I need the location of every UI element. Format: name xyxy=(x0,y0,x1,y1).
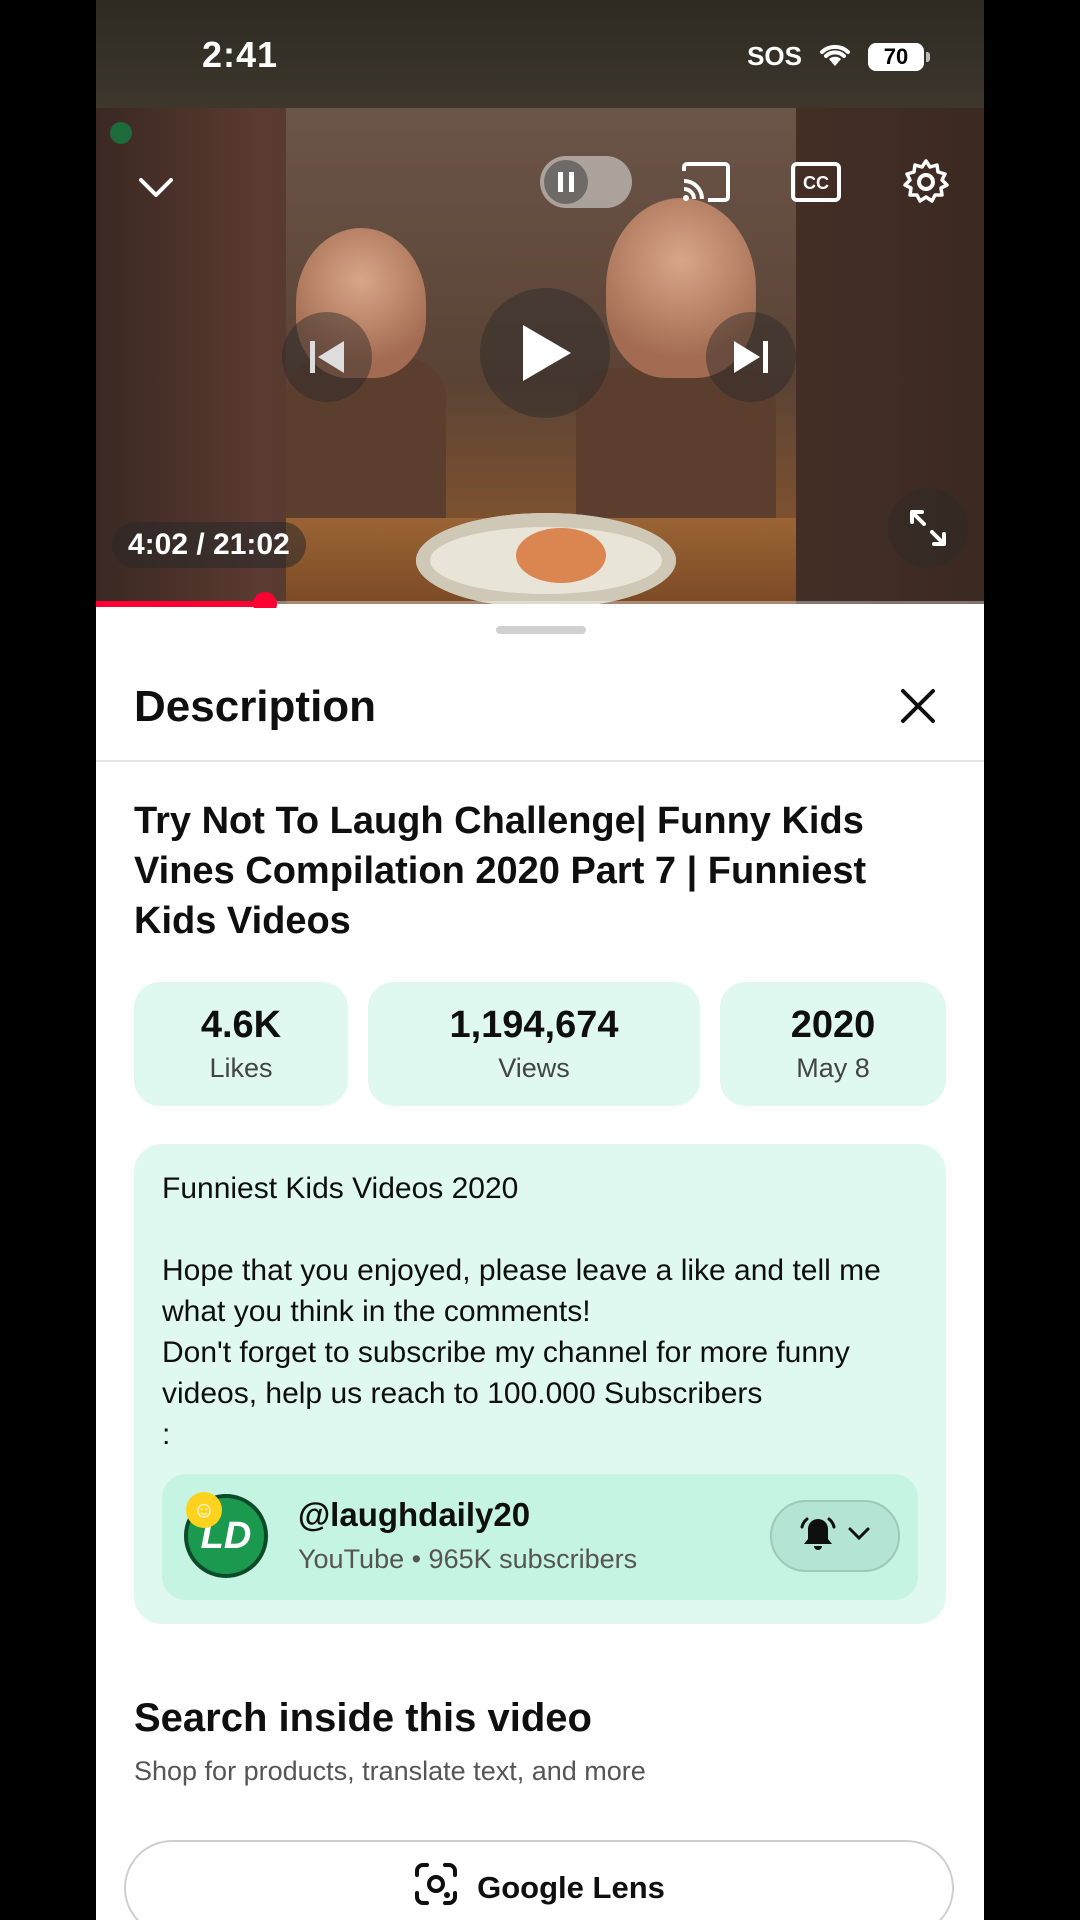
sheet-header: Description xyxy=(96,648,984,762)
playback-time: 4:02 / 21:02 xyxy=(112,522,306,568)
status-indicators: SOS 70 xyxy=(747,40,930,73)
video-player[interactable]: CC 4:02 / 21:02 xyxy=(96,108,984,604)
avatar[interactable]: LD ☺ xyxy=(184,1492,268,1578)
bell-icon xyxy=(799,1515,837,1558)
sheet-grabber[interactable] xyxy=(496,626,586,634)
stat-likes: 4.6K Likes xyxy=(134,982,348,1106)
channel-name[interactable]: @laughdaily20 xyxy=(298,1496,530,1534)
chevron-down-icon xyxy=(847,1526,871,1547)
lens-icon xyxy=(413,1861,459,1915)
description-sheet: Description Try Not To Laugh Challenge| … xyxy=(96,608,984,1920)
channel-subscribers: YouTube • 965K subscribers xyxy=(298,1544,638,1574)
lens-label: Google Lens xyxy=(477,1870,665,1905)
description-box[interactable]: Funniest Kids Videos 2020 Hope that you … xyxy=(134,1144,946,1624)
svg-text:CC: CC xyxy=(803,173,829,193)
gear-icon[interactable] xyxy=(894,150,958,214)
wifi-icon xyxy=(816,40,854,73)
stat-label: Views xyxy=(498,1053,570,1083)
fullscreen-icon[interactable] xyxy=(888,488,968,568)
status-bar: 2:41 SOS 70 xyxy=(96,0,984,108)
youtube-app: 2:41 SOS 70 CC 4:02 / 21:02 Description … xyxy=(96,0,984,1920)
channel-card[interactable]: LD ☺ @laughdaily20 YouTube • 965K subscr… xyxy=(162,1474,918,1600)
autoplay-toggle[interactable] xyxy=(540,156,632,208)
chevron-down-icon[interactable] xyxy=(126,158,186,218)
google-lens-button[interactable]: Google Lens xyxy=(124,1840,954,1920)
description-text: Funniest Kids Videos 2020 Hope that you … xyxy=(162,1172,881,1451)
sheet-title: Description xyxy=(134,682,377,731)
cc-icon[interactable]: CC xyxy=(786,152,846,212)
smiley-icon: ☺ xyxy=(186,1492,222,1528)
stat-views: 1,194,674 Views xyxy=(368,982,700,1106)
notification-bell-button[interactable] xyxy=(770,1500,900,1572)
previous-icon[interactable] xyxy=(282,312,372,402)
next-icon[interactable] xyxy=(706,312,796,402)
search-section-subtitle: Shop for products, translate text, and m… xyxy=(134,1756,646,1786)
sos-indicator: SOS xyxy=(747,41,802,71)
battery-indicator: 70 xyxy=(868,42,930,71)
close-icon[interactable] xyxy=(890,678,946,734)
video-title: Try Not To Laugh Challenge| Funny Kids V… xyxy=(134,800,867,942)
stat-value: 1,194,674 xyxy=(449,1004,619,1046)
stat-label: Likes xyxy=(209,1053,273,1083)
stat-date: 2020 May 8 xyxy=(720,982,946,1106)
status-time: 2:41 xyxy=(202,34,279,75)
progress-fill xyxy=(96,601,265,607)
pause-icon xyxy=(544,160,588,204)
stat-value: 4.6K xyxy=(200,1004,282,1046)
stat-value: 2020 xyxy=(790,1004,876,1046)
stat-label: May 8 xyxy=(796,1053,870,1083)
search-section-title: Search inside this video xyxy=(134,1696,592,1740)
play-icon[interactable] xyxy=(480,288,610,418)
cast-icon[interactable] xyxy=(676,152,736,212)
